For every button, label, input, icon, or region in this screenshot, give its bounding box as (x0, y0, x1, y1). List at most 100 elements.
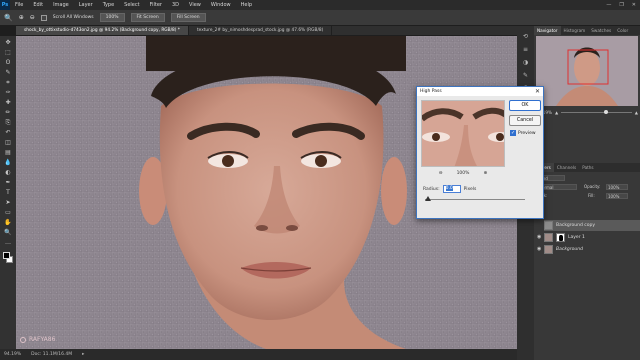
ok-button[interactable]: OK (509, 100, 541, 111)
opacity-field[interactable]: 100% (606, 184, 628, 190)
eyedropper-tool-icon[interactable]: ✑ (2, 88, 14, 97)
status-bar: 94.19% Doc: 11.1M/16.4M ▸ (0, 349, 517, 360)
opacity-label: Opacity: (584, 184, 601, 189)
menu-help[interactable]: Help (236, 0, 257, 10)
eye-icon[interactable]: ◉ (537, 235, 542, 240)
dialog-title: High Pass (420, 89, 442, 94)
path-select-tool-icon[interactable]: ➤ (2, 198, 14, 207)
menu-edit[interactable]: Edit (28, 0, 48, 10)
navigator-zoom-in-icon[interactable]: ▲ (635, 110, 638, 115)
type-tool-icon[interactable]: T (2, 188, 14, 197)
fit-screen-button[interactable]: Fit Screen (130, 13, 165, 22)
move-tool-icon[interactable]: ✥ (2, 38, 14, 47)
preview-checkbox[interactable]: ✓ (510, 130, 516, 136)
navigator-zoom-slider-thumb[interactable] (603, 109, 608, 114)
rectangle-tool-icon[interactable]: ▭ (2, 208, 14, 217)
radius-slider-thumb[interactable] (425, 196, 431, 201)
history-icon[interactable]: ⟲ (521, 32, 530, 41)
radius-label: Radius: (423, 186, 440, 192)
tab-histogram[interactable]: Histogram (561, 26, 589, 35)
dialog-title-bar[interactable]: High Pass ✕ (417, 87, 543, 96)
menu-layer[interactable]: Layer (74, 0, 98, 10)
zoom-tool-icon[interactable]: 🔍 (4, 14, 13, 22)
lasso-tool-icon[interactable]: ʘ (2, 58, 14, 67)
brushes-icon[interactable]: ✎ (521, 71, 530, 80)
pen-tool-icon[interactable]: ✒ (2, 178, 14, 187)
radius-row: Radius: 0.0 Pixels (423, 185, 523, 193)
eraser-tool-icon[interactable]: ◫ (2, 138, 14, 147)
hand-tool-icon[interactable]: ✋ (2, 218, 14, 227)
fill-screen-button[interactable]: Fill Screen (170, 13, 206, 22)
layers-panel: Layers Channels Paths Kind Normal Opacit… (534, 163, 640, 263)
layer-row-layer-1[interactable]: Layer 1 (544, 232, 640, 243)
navigator-thumbnail[interactable] (536, 36, 638, 106)
dodge-tool-icon[interactable]: ◐ (2, 168, 14, 177)
right-panels: Navigator Histogram Swatches Color 94.19… (534, 26, 640, 360)
menu-view[interactable]: View (184, 0, 206, 10)
filter-preview[interactable] (421, 100, 505, 167)
gradient-tool-icon[interactable]: ▤ (2, 148, 14, 157)
zoom-out-option-icon[interactable]: ⊖ (30, 14, 35, 21)
menu-select[interactable]: Select (119, 0, 144, 10)
menu-type[interactable]: Type (98, 0, 119, 10)
adjustments-icon[interactable]: ◑ (521, 58, 530, 67)
history-brush-tool-icon[interactable]: ↶ (2, 128, 14, 137)
zoom-value-field[interactable]: 100% (99, 13, 125, 22)
tab-color[interactable]: Color (614, 26, 631, 35)
preview-label: Preview (518, 130, 536, 136)
properties-icon[interactable]: ≡ (521, 45, 530, 54)
watermark-text: RAFYA86 (29, 336, 56, 343)
more-tools-icon[interactable]: … (2, 238, 14, 247)
radius-input[interactable]: 0.0 (442, 185, 461, 193)
menu-window[interactable]: Window (206, 0, 236, 10)
zoom-tool-icon[interactable]: 🔍 (2, 228, 14, 237)
document-tab[interactable]: texture_2# by_nimoshdesprad_stock.jpg @ … (189, 26, 333, 35)
navigator-zoom-out-icon[interactable]: ▲ (555, 110, 558, 115)
menu-image[interactable]: Image (48, 0, 74, 10)
visibility-off-icon[interactable] (537, 223, 542, 228)
healing-brush-tool-icon[interactable]: ✚ (2, 98, 14, 107)
fill-field[interactable]: 100% (606, 193, 628, 199)
foreground-color-swatch[interactable] (3, 252, 10, 259)
layer-mask-thumbnail[interactable] (556, 233, 565, 242)
radius-slider[interactable] (425, 196, 525, 202)
menu-bar: Ps File Edit Image Layer Type Select Fil… (0, 0, 640, 10)
clone-stamp-tool-icon[interactable]: ⎘ (2, 118, 14, 127)
color-swatches[interactable] (2, 251, 14, 265)
tab-paths[interactable]: Paths (579, 163, 596, 172)
menu-3d[interactable]: 3D (167, 0, 184, 10)
marquee-tool-icon[interactable]: ⬚ (2, 48, 14, 57)
zoom-in-option-icon[interactable]: ⊕ (19, 14, 24, 21)
close-icon[interactable]: ✕ (535, 87, 540, 96)
eye-icon[interactable]: ◉ (537, 247, 542, 252)
status-zoom[interactable]: 94.19% (4, 352, 21, 357)
zoom-out-icon[interactable]: ⊖ (439, 171, 443, 176)
navigator-zoom-slider[interactable] (561, 109, 632, 114)
document-tab-active[interactable]: shock_by_ottixstudio-d743on2.jpg @ 94.2%… (16, 26, 189, 35)
scroll-all-windows-checkbox[interactable] (40, 14, 47, 21)
radius-slider-track[interactable] (425, 199, 525, 200)
layer-name: Background copy (556, 223, 596, 228)
brush-tool-icon[interactable]: ✏ (2, 108, 14, 117)
restore-icon[interactable]: ❐ (619, 0, 623, 10)
crop-tool-icon[interactable]: ⌗ (2, 78, 14, 87)
cancel-button[interactable]: Cancel (509, 115, 541, 126)
layer-name: Layer 1 (568, 235, 585, 240)
layer-row-background[interactable]: Background (544, 244, 640, 255)
menu-file[interactable]: File (10, 0, 28, 10)
tab-swatches[interactable]: Swatches (588, 26, 614, 35)
quick-select-tool-icon[interactable]: ✎ (2, 68, 14, 77)
layer-row-background-copy[interactable]: Background copy (544, 220, 640, 231)
close-window-icon[interactable]: ✕ (632, 0, 636, 10)
fill-value: 100% (608, 194, 620, 199)
radius-unit: Pixels (463, 186, 477, 192)
menu-filter[interactable]: Filter (145, 0, 167, 10)
blur-tool-icon[interactable]: 💧 (2, 158, 14, 167)
preview-checkbox-row[interactable]: ✓ Preview (510, 130, 536, 136)
status-arrow-icon[interactable]: ▸ (82, 352, 84, 357)
menu-list: File Edit Image Layer Type Select Filter… (10, 0, 257, 10)
tab-navigator[interactable]: Navigator (534, 26, 561, 35)
zoom-in-icon[interactable]: ⊕ (483, 171, 487, 176)
minimize-icon[interactable]: — (606, 0, 611, 10)
tab-channels[interactable]: Channels (554, 163, 579, 172)
